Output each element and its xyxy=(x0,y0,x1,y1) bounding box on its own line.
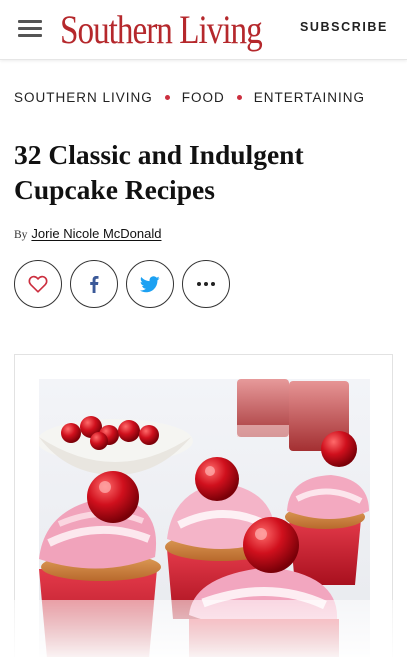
site-logo[interactable]: Southern Living xyxy=(60,8,263,52)
top-nav-bar: Southern Living SUBSCRIBE xyxy=(0,0,407,60)
article-title: 32 Classic and Indulgent Cupcake Recipes xyxy=(14,139,304,205)
byline-prefix: By xyxy=(14,229,28,241)
facebook-icon xyxy=(90,276,99,293)
breadcrumb: SOUTHERN LIVING FOOD ENTERTAINING xyxy=(14,90,399,106)
more-icon xyxy=(197,282,215,286)
twitter-icon xyxy=(140,275,160,292)
twitter-share-button[interactable] xyxy=(126,260,174,308)
facebook-share-button[interactable] xyxy=(70,260,118,308)
favorite-button[interactable] xyxy=(14,260,62,308)
more-options-button[interactable] xyxy=(182,260,230,308)
breadcrumb-item-southern-living[interactable]: SOUTHERN LIVING xyxy=(14,90,153,105)
hamburger-menu-icon[interactable] xyxy=(18,20,42,38)
breadcrumb-item-food[interactable]: FOOD xyxy=(182,90,225,105)
author-link[interactable]: Jorie Nicole McDonald xyxy=(31,226,161,241)
byline: By Jorie Nicole McDonald xyxy=(14,226,161,241)
subscribe-button[interactable]: SUBSCRIBE xyxy=(300,20,388,34)
breadcrumb-separator xyxy=(164,94,170,100)
bottom-fade-overlay xyxy=(0,600,407,657)
breadcrumb-item-entertaining[interactable]: ENTERTAINING xyxy=(254,90,365,105)
breadcrumb-separator xyxy=(236,94,242,100)
heart-icon xyxy=(28,275,48,293)
